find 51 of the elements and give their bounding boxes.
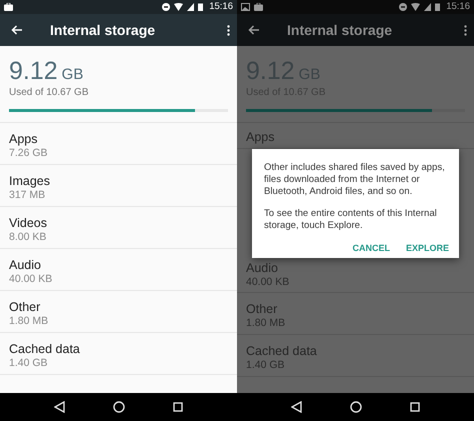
home-nav-icon[interactable] bbox=[350, 401, 362, 413]
category-label: Images bbox=[9, 174, 51, 189]
category-size: 7.26 GB bbox=[9, 147, 49, 160]
battery-icon bbox=[198, 3, 204, 11]
signal-icon bbox=[424, 3, 432, 11]
category-label: Apps bbox=[246, 130, 276, 145]
image-icon bbox=[241, 3, 250, 11]
category-size: 1.80 MB bbox=[246, 317, 286, 330]
back-arrow-icon bbox=[248, 25, 260, 35]
more-icon bbox=[464, 24, 466, 36]
category-label: Cached data bbox=[246, 344, 318, 359]
category-size: 1.40 GB bbox=[9, 357, 49, 370]
category-size: 40.00 KB bbox=[9, 273, 54, 286]
category-size: 8.00 KB bbox=[9, 231, 48, 244]
back-nav-icon[interactable] bbox=[291, 401, 302, 413]
capacity-caption: Used of 10.67 GB bbox=[9, 86, 90, 98]
briefcase-icon bbox=[254, 3, 263, 11]
dialog-action-button[interactable]: EXPLORE bbox=[406, 242, 449, 254]
briefcase-icon bbox=[4, 3, 13, 11]
clock-time: 15:16 bbox=[209, 1, 233, 13]
used-amount: 9.12 bbox=[9, 57, 58, 85]
category-label: Other bbox=[9, 300, 42, 315]
category-label: Videos bbox=[9, 216, 48, 231]
toolbar-title: Internal storage bbox=[50, 20, 156, 40]
do-not-disturb-icon bbox=[399, 3, 408, 11]
dialog-action-button[interactable]: CANCEL bbox=[352, 242, 390, 254]
category-label: Audio bbox=[246, 261, 279, 276]
back-arrow-icon bbox=[11, 25, 23, 35]
wifi-icon bbox=[174, 3, 184, 11]
home-nav-icon[interactable] bbox=[113, 401, 125, 413]
category-size: 1.40 GB bbox=[246, 359, 286, 372]
toolbar-title: Internal storage bbox=[287, 20, 392, 40]
category-size: 1.80 MB bbox=[9, 315, 50, 328]
category-label: Audio bbox=[9, 258, 42, 273]
category-label: Cached data bbox=[9, 342, 81, 357]
wifi-icon bbox=[411, 3, 420, 11]
dialog-message: Other includes shared files saved by apps, files downloaded from the Internet or Bluetooth, Android files, and so on. bbox=[264, 162, 446, 198]
category-label: Other bbox=[246, 302, 278, 317]
recents-nav-icon[interactable] bbox=[173, 402, 183, 412]
battery-icon bbox=[435, 3, 440, 11]
category-size: 317 MB bbox=[9, 189, 46, 202]
clock-time: 15:16 bbox=[446, 1, 470, 13]
do-not-disturb-icon bbox=[162, 3, 170, 11]
dialog-message: To see the entire contents of this Internal storage, touch Explore. bbox=[264, 208, 438, 232]
recents-nav-icon[interactable] bbox=[410, 402, 420, 412]
more-icon bbox=[226, 24, 230, 36]
back-nav-icon[interactable] bbox=[54, 401, 65, 413]
category-label: Apps bbox=[9, 132, 38, 147]
category-size: 40.00 KB bbox=[246, 276, 290, 289]
used-unit: GB bbox=[62, 65, 84, 85]
signal-icon bbox=[187, 3, 194, 11]
